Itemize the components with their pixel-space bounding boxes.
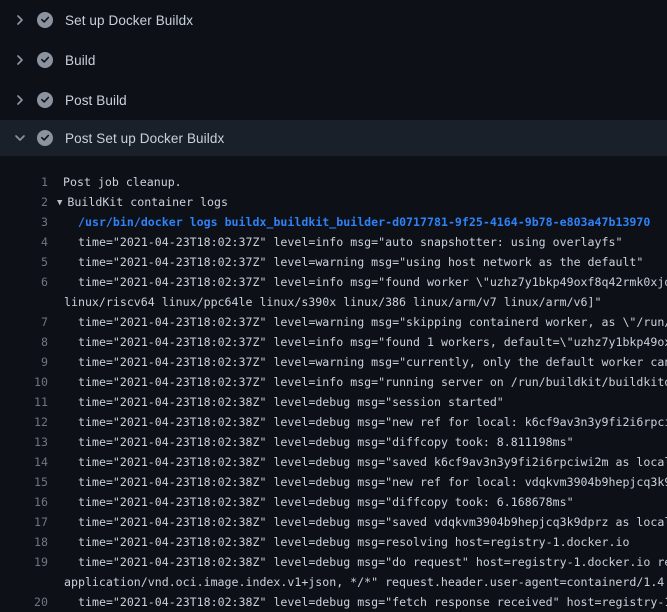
log-command-text: /usr/bin/docker logs buildx_buildkit_bui… bbox=[48, 212, 650, 232]
line-number[interactable]: 15 bbox=[0, 472, 48, 492]
log-line: 3/usr/bin/docker logs buildx_buildkit_bu… bbox=[0, 212, 667, 232]
log-text: time="2021-04-23T18:02:37Z" level=info m… bbox=[48, 372, 667, 392]
step-label: Build bbox=[65, 53, 96, 68]
log-text: time="2021-04-23T18:02:38Z" level=debug … bbox=[48, 412, 667, 432]
line-number[interactable]: 14 bbox=[0, 452, 48, 472]
log-text: time="2021-04-23T18:02:38Z" level=debug … bbox=[48, 552, 667, 572]
log-text: time="2021-04-23T18:02:38Z" level=debug … bbox=[48, 512, 667, 532]
line-number[interactable]: 12 bbox=[0, 412, 48, 432]
chevron-right-icon[interactable] bbox=[12, 52, 28, 68]
log-line: 9time="2021-04-23T18:02:37Z" level=warni… bbox=[0, 352, 667, 372]
collapse-triangle-icon[interactable]: ▼ bbox=[57, 193, 62, 212]
log-line: 6time="2021-04-23T18:02:37Z" level=info … bbox=[0, 272, 667, 292]
line-number[interactable]: 6 bbox=[0, 272, 48, 292]
log-text: linux/riscv64 linux/ppc64le linux/s390x … bbox=[48, 292, 601, 312]
chevron-right-icon[interactable] bbox=[12, 12, 28, 28]
log-text: time="2021-04-23T18:02:37Z" level=warnin… bbox=[48, 352, 667, 372]
group-title[interactable]: BuildKit container logs bbox=[67, 195, 228, 209]
log-text: time="2021-04-23T18:02:37Z" level=info m… bbox=[48, 272, 667, 292]
line-number[interactable]: 3 bbox=[0, 212, 48, 232]
line-number[interactable]: 4 bbox=[0, 232, 48, 252]
line-number[interactable]: 18 bbox=[0, 532, 48, 552]
step-row-post-set-up-docker-buildx[interactable]: Post Set up Docker Buildx bbox=[0, 120, 667, 156]
log-line: 16time="2021-04-23T18:02:38Z" level=debu… bbox=[0, 492, 667, 512]
log-line: 12time="2021-04-23T18:02:38Z" level=debu… bbox=[0, 412, 667, 432]
log-line: 1Post job cleanup. bbox=[0, 172, 667, 192]
log-line: 15time="2021-04-23T18:02:38Z" level=debu… bbox=[0, 472, 667, 492]
step-row-set-up-docker-buildx[interactable]: Set up Docker Buildx bbox=[0, 0, 667, 40]
line-number bbox=[0, 572, 48, 592]
line-number[interactable]: 5 bbox=[0, 252, 48, 272]
line-number[interactable]: 13 bbox=[0, 432, 48, 452]
step-label: Post Set up Docker Buildx bbox=[65, 131, 224, 146]
check-circle-icon bbox=[37, 12, 53, 28]
log-text: time="2021-04-23T18:02:38Z" level=debug … bbox=[48, 532, 629, 552]
log-line: 17time="2021-04-23T18:02:38Z" level=debu… bbox=[0, 512, 667, 532]
line-number[interactable]: 9 bbox=[0, 352, 48, 372]
log-text: time="2021-04-23T18:02:38Z" level=debug … bbox=[48, 472, 667, 492]
line-number[interactable]: 2 bbox=[0, 192, 48, 212]
check-circle-icon bbox=[37, 92, 53, 108]
line-number[interactable]: 19 bbox=[0, 552, 48, 572]
log-text: time="2021-04-23T18:02:37Z" level=warnin… bbox=[48, 312, 667, 332]
steps-list: Set up Docker Buildx Build Post Build Post … bbox=[0, 0, 667, 156]
log-text: time="2021-04-23T18:02:38Z" level=debug … bbox=[48, 452, 667, 472]
log-line: 14time="2021-04-23T18:02:38Z" level=debu… bbox=[0, 452, 667, 472]
log-text: application/vnd.oci.image.index.v1+json,… bbox=[48, 572, 667, 592]
chevron-down-icon[interactable] bbox=[12, 130, 28, 146]
check-circle-icon bbox=[37, 52, 53, 68]
chevron-right-icon[interactable] bbox=[12, 92, 28, 108]
log-text[interactable]: ▼ BuildKit container logs bbox=[48, 192, 228, 212]
log-text: time="2021-04-23T18:02:37Z" level=warnin… bbox=[48, 252, 643, 272]
log-line: 11time="2021-04-23T18:02:38Z" level=debu… bbox=[0, 392, 667, 412]
step-label: Post Build bbox=[65, 93, 127, 108]
line-number[interactable]: 17 bbox=[0, 512, 48, 532]
log-text: time="2021-04-23T18:02:37Z" level=info m… bbox=[48, 332, 667, 352]
log-line: 19time="2021-04-23T18:02:38Z" level=debu… bbox=[0, 552, 667, 572]
line-number[interactable]: 20 bbox=[0, 592, 48, 612]
log-line: 4time="2021-04-23T18:02:37Z" level=info … bbox=[0, 232, 667, 252]
log-line: 10time="2021-04-23T18:02:37Z" level=info… bbox=[0, 372, 667, 392]
log-text: Post job cleanup. bbox=[48, 172, 182, 192]
line-number[interactable]: 7 bbox=[0, 312, 48, 332]
log-text: time="2021-04-23T18:02:38Z" level=debug … bbox=[48, 592, 667, 612]
step-row-build[interactable]: Build bbox=[0, 40, 667, 80]
line-number[interactable]: 1 bbox=[0, 172, 48, 192]
log-line-continuation: application/vnd.oci.image.index.v1+json,… bbox=[0, 572, 667, 592]
check-circle-icon bbox=[37, 130, 53, 146]
log-line: 20time="2021-04-23T18:02:38Z" level=debu… bbox=[0, 592, 667, 612]
log-text: time="2021-04-23T18:02:37Z" level=info m… bbox=[48, 232, 622, 252]
line-number bbox=[0, 292, 48, 312]
log-line: 18time="2021-04-23T18:02:38Z" level=debu… bbox=[0, 532, 667, 552]
log-text: time="2021-04-23T18:02:38Z" level=debug … bbox=[48, 432, 574, 452]
log-line-continuation: linux/riscv64 linux/ppc64le linux/s390x … bbox=[0, 292, 667, 312]
log-line: 2 ▼ BuildKit container logs bbox=[0, 192, 667, 212]
log-line: 5time="2021-04-23T18:02:37Z" level=warni… bbox=[0, 252, 667, 272]
line-number[interactable]: 8 bbox=[0, 332, 48, 352]
log-view: 1Post job cleanup.2 ▼ BuildKit container l… bbox=[0, 156, 667, 612]
log-line: 7time="2021-04-23T18:02:37Z" level=warni… bbox=[0, 312, 667, 332]
step-row-post-build[interactable]: Post Build bbox=[0, 80, 667, 120]
log-line: 13time="2021-04-23T18:02:38Z" level=debu… bbox=[0, 432, 667, 452]
step-label: Set up Docker Buildx bbox=[65, 13, 193, 28]
log-text: time="2021-04-23T18:02:38Z" level=debug … bbox=[48, 392, 504, 412]
log-text: time="2021-04-23T18:02:38Z" level=debug … bbox=[48, 492, 574, 512]
log-line: 8time="2021-04-23T18:02:37Z" level=info … bbox=[0, 332, 667, 352]
line-number[interactable]: 11 bbox=[0, 392, 48, 412]
line-number[interactable]: 16 bbox=[0, 492, 48, 512]
line-number[interactable]: 10 bbox=[0, 372, 48, 392]
